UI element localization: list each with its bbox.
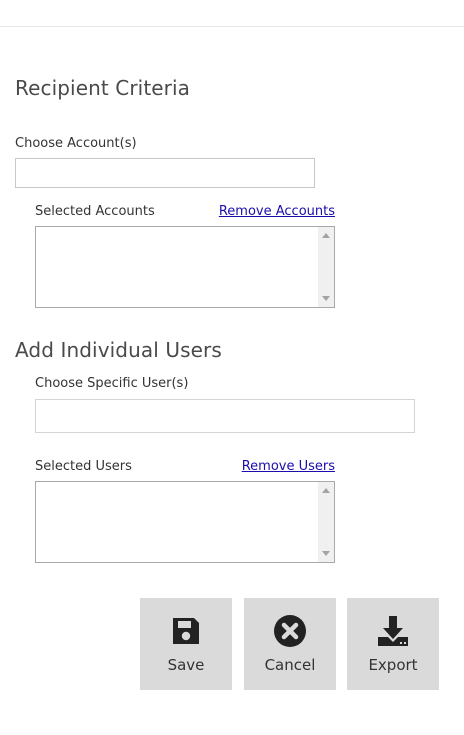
selected-accounts-label: Selected Accounts [35, 204, 155, 219]
scroll-down-arrow-icon[interactable] [322, 551, 330, 556]
selected-users-label: Selected Users [35, 459, 132, 474]
selected-users-listbox[interactable] [35, 481, 335, 563]
top-divider [0, 26, 464, 27]
choose-accounts-field[interactable] [15, 158, 315, 188]
choose-accounts-label: Choose Account(s) [15, 136, 137, 151]
cancel-button-label: Cancel [264, 656, 316, 674]
selected-accounts-scrollbar[interactable] [318, 227, 334, 307]
cancel-button[interactable]: Cancel [244, 598, 336, 690]
scroll-up-arrow-icon[interactable] [322, 233, 330, 238]
remove-accounts-link[interactable]: Remove Accounts [219, 204, 335, 219]
cancel-icon [273, 614, 307, 648]
recipient-criteria-title: Recipient Criteria [15, 76, 191, 100]
download-icon [376, 614, 410, 648]
scroll-down-arrow-icon[interactable] [322, 296, 330, 301]
save-icon [169, 614, 203, 648]
save-button-label: Save [167, 656, 205, 674]
selected-accounts-listbox[interactable] [35, 226, 335, 308]
choose-users-label: Choose Specific User(s) [35, 376, 189, 391]
choose-users-input[interactable] [36, 400, 414, 432]
add-individual-users-title: Add Individual Users [15, 338, 222, 362]
selected-users-scrollbar[interactable] [318, 482, 334, 562]
scroll-up-arrow-icon[interactable] [322, 488, 330, 493]
save-button[interactable]: Save [140, 598, 232, 690]
export-button[interactable]: Export [347, 598, 439, 690]
export-button-label: Export [368, 656, 418, 674]
remove-users-link[interactable]: Remove Users [242, 459, 335, 474]
choose-users-field[interactable] [35, 399, 415, 433]
choose-accounts-input[interactable] [16, 159, 314, 187]
